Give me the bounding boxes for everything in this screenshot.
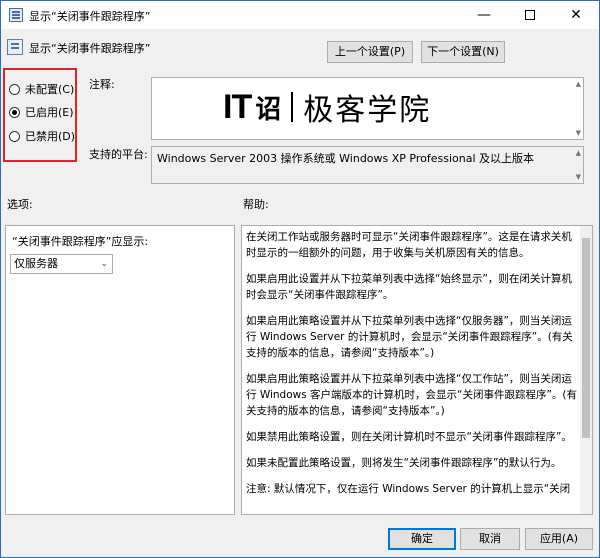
- help-paragraph: 如果未配置此策略设置，则将发生“关闭事件跟踪程序”的默认行为。: [246, 457, 562, 469]
- radio-enabled-dot[interactable]: [9, 106, 20, 118]
- help-paragraph: 在关闭工作站或服务器时可显示“关闭事件跟踪程序”。这是在请求关机时显示的一组额外…: [246, 231, 572, 259]
- help-paragraph: 如果禁用此策略设置，则在关闭计算机时不显示“关闭事件跟踪程序”。: [246, 431, 572, 443]
- options-label: 选项:: [7, 198, 33, 211]
- help-scrollbar-thumb[interactable]: [582, 238, 590, 438]
- logo-divider: [291, 92, 294, 122]
- help-scrollbar[interactable]: [580, 226, 592, 514]
- logo-it-text: IT: [223, 87, 252, 126]
- logo-brand-text: 极客学院: [303, 93, 432, 128]
- help-paragraph: 如果启用此策略设置并从下拉菜单列表中选择“仅工作站”，则当关闭运行 Window…: [246, 373, 578, 417]
- scroll-up-icon[interactable]: ▲: [576, 80, 581, 88]
- help-text: 在关闭工作站或服务器时可显示“关闭事件跟踪程序”。这是在请求关机时显示的一组额外…: [246, 229, 580, 507]
- maximize-icon: [525, 10, 535, 20]
- policy-setting-icon: [7, 39, 23, 55]
- policy-name: 显示“关闭事件跟踪程序”: [29, 42, 151, 55]
- scroll-up-icon[interactable]: ▲: [576, 149, 581, 157]
- help-paragraph: 如果启用此策略设置并从下拉菜单列表中选择“仅服务器”，则当关闭运行 Window…: [246, 315, 573, 359]
- radio-disabled[interactable]: 已禁用(D): [9, 128, 75, 144]
- title-bar[interactable]: 显示“关闭事件跟踪程序” — ✕: [1, 1, 599, 29]
- scroll-down-icon[interactable]: ▼: [576, 173, 581, 181]
- display-option-label: “关闭事件跟踪程序”应显示:: [12, 235, 149, 248]
- next-setting-button[interactable]: 下一个设置(N): [421, 41, 505, 63]
- radio-not-configured[interactable]: 未配置(C): [9, 81, 74, 97]
- display-mode-value: 仅服务器: [14, 257, 58, 270]
- ok-button[interactable]: 确定: [388, 528, 456, 550]
- logo-mark: 诏: [255, 94, 282, 125]
- help-paragraph: 如果启用此设置并从下拉菜单列表中选择“始终显示”，则在闭关计算机时会显示“关闭事…: [246, 273, 572, 301]
- radio-not-configured-label: 未配置(C): [25, 83, 75, 96]
- watermark-logo: IT 诏 极客学院: [223, 87, 432, 129]
- radio-disabled-label: 已禁用(D): [25, 130, 76, 143]
- radio-not-configured-dot[interactable]: [9, 83, 20, 95]
- chevron-down-icon: ⌄: [100, 259, 108, 269]
- maximize-button[interactable]: [507, 1, 553, 29]
- policy-app-icon: [9, 8, 23, 22]
- help-label: 帮助:: [243, 198, 269, 211]
- apply-button[interactable]: 应用(A): [525, 528, 593, 550]
- help-paragraph: 注意: 默认情况下，仅在运行 Windows Server 的计算机上显示“关闭: [246, 483, 571, 495]
- options-panel: “关闭事件跟踪程序”应显示: 仅服务器 ⌄: [5, 225, 235, 515]
- comment-label: 注释:: [89, 78, 115, 91]
- minimize-button[interactable]: —: [461, 1, 507, 29]
- previous-setting-button[interactable]: 上一个设置(P): [327, 41, 413, 63]
- supported-on-value: Windows Server 2003 操作系统或 Windows XP Pro…: [157, 152, 535, 165]
- radio-disabled-dot[interactable]: [9, 130, 20, 142]
- close-button[interactable]: ✕: [553, 1, 599, 29]
- cancel-button[interactable]: 取消: [460, 528, 520, 550]
- window-title: 显示“关闭事件跟踪程序”: [29, 10, 151, 23]
- help-panel: 在关闭工作站或服务器时可显示“关闭事件跟踪程序”。这是在请求关机时显示的一组额外…: [241, 225, 593, 515]
- radio-enabled-label: 已启用(E): [25, 106, 74, 119]
- scroll-down-icon[interactable]: ▼: [576, 129, 581, 137]
- supported-on-box: Windows Server 2003 操作系统或 Windows XP Pro…: [151, 146, 584, 184]
- radio-enabled[interactable]: 已启用(E): [9, 104, 74, 120]
- display-mode-select[interactable]: 仅服务器 ⌄: [10, 254, 113, 274]
- policy-dialog: 显示“关闭事件跟踪程序” — ✕ 显示“关闭事件跟踪程序” 上一个设置(P) 下…: [0, 0, 600, 558]
- supported-on-label: 支持的平台:: [89, 148, 148, 161]
